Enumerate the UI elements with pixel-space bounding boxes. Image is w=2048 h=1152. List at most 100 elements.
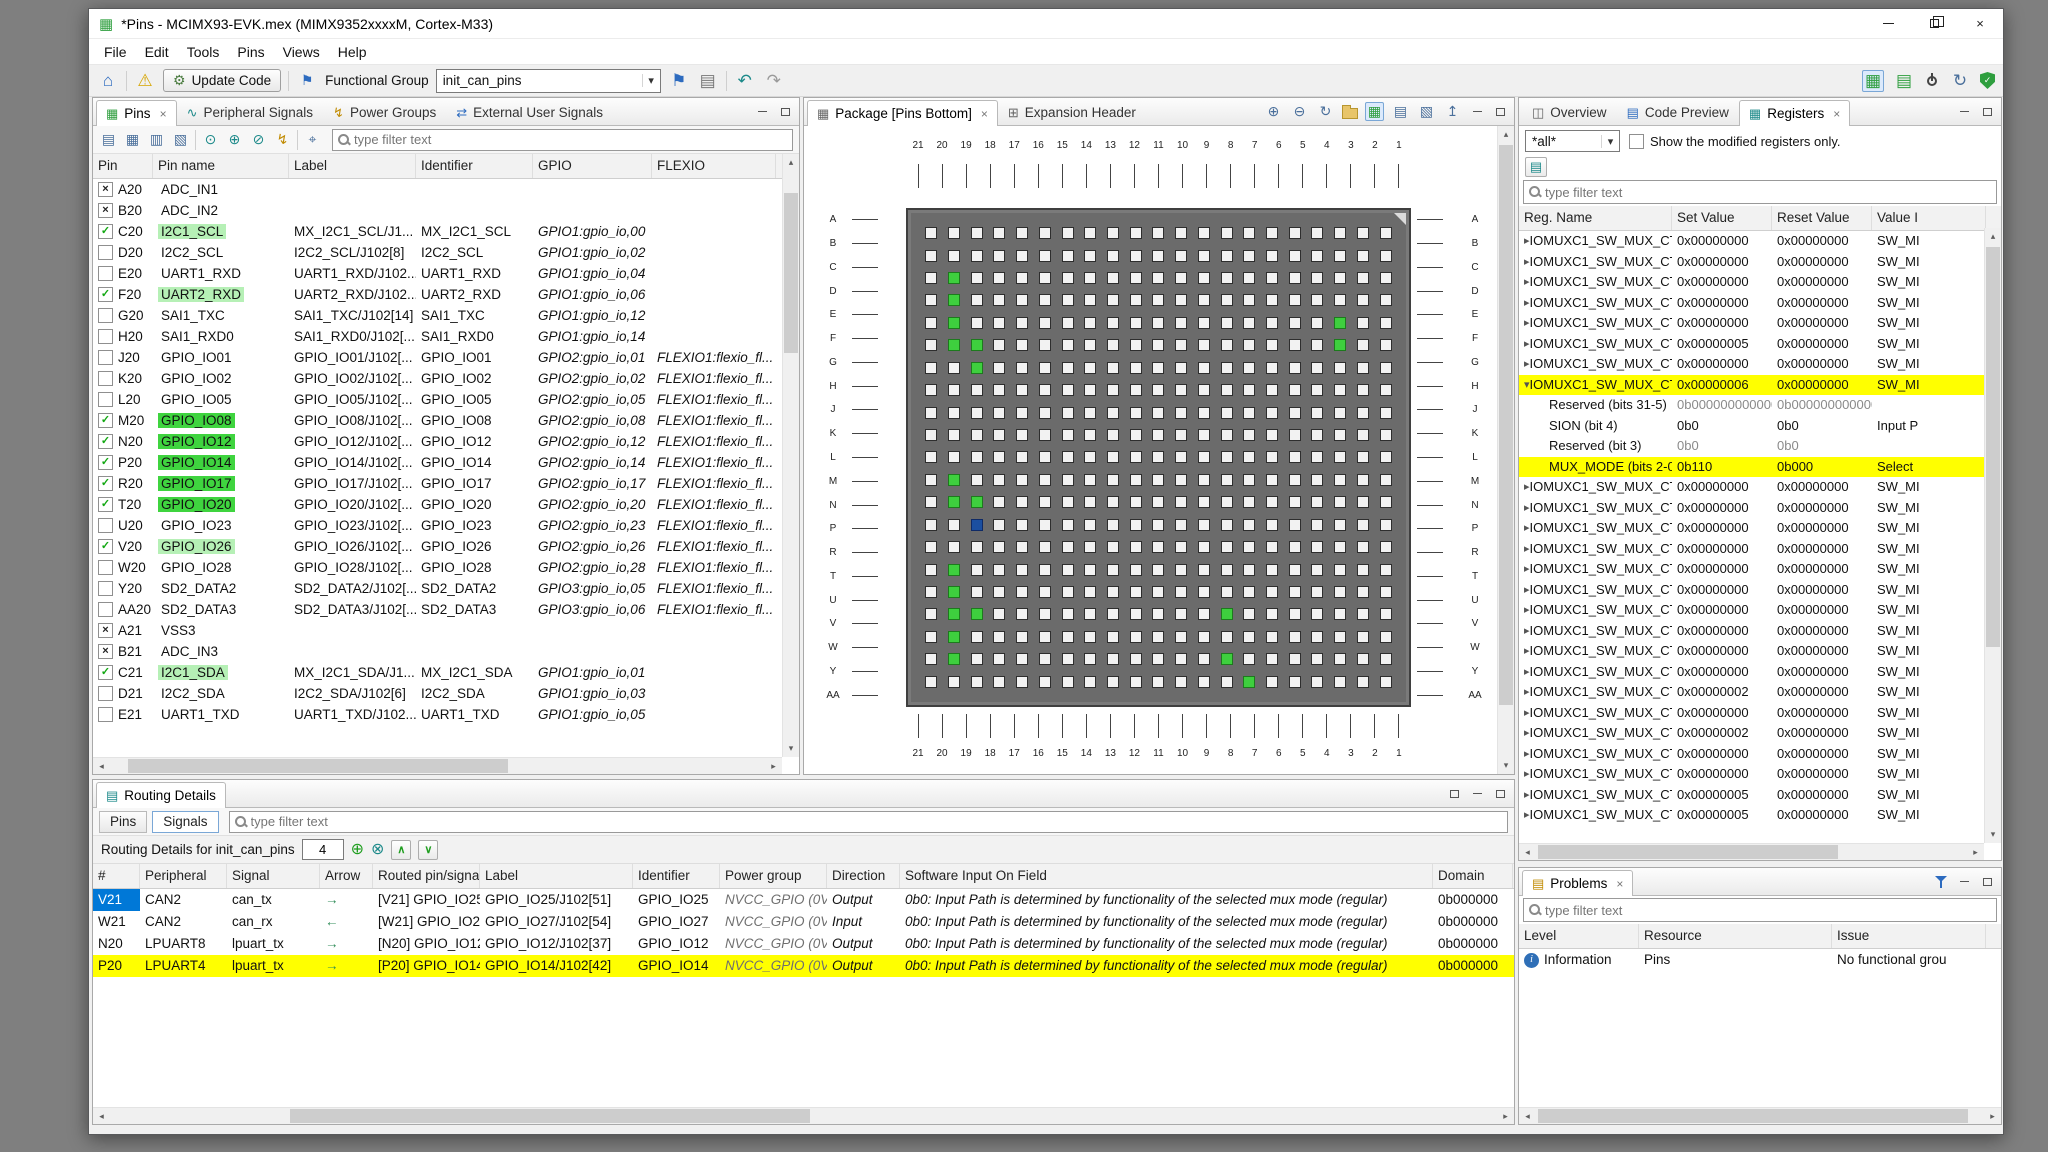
register-row[interactable]: ▸IOMUXC1_SW_MUX_CTL0x000000000x00000000S… <box>1519 641 2001 662</box>
package-pin[interactable] <box>1289 608 1301 620</box>
routing-subtab-signals[interactable]: Signals <box>152 811 218 833</box>
package-pin[interactable] <box>1243 429 1255 441</box>
package-pin[interactable] <box>1357 339 1369 351</box>
package-pin[interactable] <box>1039 474 1051 486</box>
menu-item-file[interactable]: File <box>95 39 136 64</box>
package-pin[interactable] <box>1198 474 1210 486</box>
package-pin[interactable] <box>1266 519 1278 531</box>
column-header[interactable]: Software Input On Field <box>900 864 1433 888</box>
pin-checkbox[interactable]: × <box>98 203 113 218</box>
package-pin[interactable] <box>993 586 1005 598</box>
column-header[interactable]: Label <box>289 154 416 178</box>
package-pin[interactable] <box>948 227 960 239</box>
maximize-view-icon[interactable] <box>1979 874 1995 890</box>
pin-checkbox[interactable] <box>98 560 113 575</box>
register-row[interactable]: ▾IOMUXC1_SW_MUX_CTL0x000000060x00000000S… <box>1519 375 2001 396</box>
pin-checkbox[interactable] <box>98 329 113 344</box>
column-header[interactable]: Set Value <box>1672 206 1772 230</box>
package-pin[interactable] <box>1334 407 1346 419</box>
package-pin[interactable] <box>1107 676 1119 688</box>
package-pin[interactable] <box>1016 407 1028 419</box>
register-row[interactable]: ▸IOMUXC1_SW_MUX_CTL0x000000000x00000000S… <box>1519 600 2001 621</box>
package-pin[interactable] <box>948 384 960 396</box>
minimize-view-icon[interactable] <box>1469 104 1485 120</box>
package-pin[interactable] <box>1130 631 1142 643</box>
package-pin[interactable] <box>1380 272 1392 284</box>
minimize-button[interactable] <box>1865 9 1911 38</box>
tab-code-preview[interactable]: ▤ Code Preview <box>1617 99 1739 125</box>
package-pin[interactable] <box>1062 250 1074 262</box>
package-pin[interactable] <box>1016 541 1028 553</box>
pins-table-row[interactable]: ×B20ADC_IN2 <box>93 200 799 221</box>
package-pin[interactable] <box>1289 474 1301 486</box>
package-pin[interactable] <box>1311 384 1323 396</box>
package-pin[interactable] <box>1266 653 1278 665</box>
show-labels-icon[interactable]: ▤ <box>1391 103 1410 120</box>
package-pin[interactable] <box>925 227 937 239</box>
pin-checkbox[interactable]: ✓ <box>98 455 113 470</box>
scroll-right-icon[interactable]: ▸ <box>1984 1108 2001 1124</box>
package-pin[interactable] <box>1334 474 1346 486</box>
tab-overview[interactable]: ◫ Overview <box>1522 99 1617 125</box>
package-pin[interactable] <box>1130 676 1142 688</box>
package-pin[interactable] <box>1062 608 1074 620</box>
maximize-view-icon[interactable] <box>1492 104 1508 120</box>
tab-registers[interactable]: ▦ Registers × <box>1739 100 1850 126</box>
package-pin[interactable] <box>1198 653 1210 665</box>
package-pin[interactable] <box>1016 474 1028 486</box>
package-pin[interactable] <box>1107 496 1119 508</box>
package-pin[interactable] <box>1175 586 1187 598</box>
package-pin[interactable] <box>948 294 960 306</box>
package-pin[interactable] <box>971 407 983 419</box>
package-pin[interactable] <box>1266 676 1278 688</box>
pins-table-row[interactable]: E21UART1_TXDUART1_TXD/J102...UART1_TXDGP… <box>93 704 799 725</box>
package-pin[interactable] <box>1243 496 1255 508</box>
package-pin[interactable] <box>1062 496 1074 508</box>
package-pin[interactable] <box>925 384 937 396</box>
package-pin[interactable] <box>948 429 960 441</box>
package-pin[interactable] <box>1084 586 1096 598</box>
package-pin[interactable] <box>1380 250 1392 262</box>
package-pin[interactable] <box>1380 227 1392 239</box>
package-pin[interactable] <box>1221 227 1233 239</box>
package-pin[interactable] <box>925 272 937 284</box>
package-pin[interactable] <box>1289 362 1301 374</box>
routing-row[interactable]: N20LPUART8lpuart_tx→[N20] GPIO_IO12GPIO_… <box>93 933 1514 955</box>
package-pin[interactable] <box>1221 608 1233 620</box>
package-pin[interactable] <box>1175 339 1187 351</box>
package-pin[interactable] <box>1084 384 1096 396</box>
package-pin[interactable] <box>1243 631 1255 643</box>
package-pin[interactable] <box>1016 250 1028 262</box>
package-pin[interactable] <box>1152 384 1164 396</box>
register-row[interactable]: ▸IOMUXC1_SW_MUX_CTL0x000000000x00000000S… <box>1519 518 2001 539</box>
package-pin[interactable] <box>1289 676 1301 688</box>
package-pin[interactable] <box>1266 407 1278 419</box>
package-pin[interactable] <box>1311 429 1323 441</box>
package-pin[interactable] <box>1266 451 1278 463</box>
scroll-left-icon[interactable]: ◂ <box>93 758 110 774</box>
package-pin[interactable] <box>1039 608 1051 620</box>
pins-table-row[interactable]: U20GPIO_IO23GPIO_IO23/J102[...GPIO_IO23G… <box>93 515 799 536</box>
pin-checkbox[interactable] <box>98 686 113 701</box>
package-pin[interactable] <box>1334 317 1346 329</box>
warning-icon[interactable]: ⚠ <box>134 71 156 91</box>
package-pin[interactable] <box>1107 429 1119 441</box>
register-row[interactable]: ▸IOMUXC1_SW_MUX_CTL0x000000000x00000000S… <box>1519 539 2001 560</box>
register-row[interactable]: ▸IOMUXC1_SW_MUX_CTL0x000000000x00000000S… <box>1519 313 2001 334</box>
package-pin[interactable] <box>1016 429 1028 441</box>
package-pin[interactable] <box>1175 407 1187 419</box>
package-pin[interactable] <box>993 272 1005 284</box>
package-pin[interactable] <box>1130 541 1142 553</box>
package-pin[interactable] <box>1084 631 1096 643</box>
package-pin[interactable] <box>971 564 983 576</box>
package-pin[interactable] <box>1039 272 1051 284</box>
redo-icon[interactable]: ↷ <box>763 71 785 91</box>
package-pin[interactable] <box>1039 317 1051 329</box>
package-pin[interactable] <box>1311 608 1323 620</box>
package-pin[interactable] <box>1039 451 1051 463</box>
pins-table-row[interactable]: W20GPIO_IO28GPIO_IO28/J102[...GPIO_IO28G… <box>93 557 799 578</box>
package-pin[interactable] <box>1062 384 1074 396</box>
package-pin[interactable] <box>1130 653 1142 665</box>
package-pin[interactable] <box>1357 384 1369 396</box>
register-row[interactable]: ▸IOMUXC1_SW_MUX_CTL0x000000020x00000000S… <box>1519 723 2001 744</box>
